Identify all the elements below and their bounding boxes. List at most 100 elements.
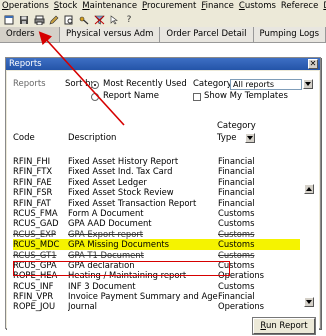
cell-description: Fixed Asset Transaction Report <box>68 197 197 208</box>
cell-category: Customs <box>218 280 255 291</box>
print-icon[interactable] <box>33 15 45 26</box>
cell-code: RCUS_GT1 <box>13 249 57 260</box>
preview-icon[interactable] <box>63 15 75 26</box>
table-row[interactable]: RCUS_MDC GPA Missing Documents Customs <box>13 239 300 250</box>
cell-category: Financial <box>218 187 255 198</box>
column-header-category: Category <box>217 121 256 131</box>
column-header-code[interactable]: Code <box>13 133 35 143</box>
cell-category: Customs <box>218 239 255 250</box>
table-row[interactable]: RCUS_GT1 GPA T1 Document Customs <box>13 250 300 260</box>
new-icon[interactable] <box>3 15 15 26</box>
column-header-type[interactable]: Type <box>217 133 237 143</box>
menu-finance[interactable]: Finance <box>201 0 234 13</box>
cell-code: RFIN_VPR <box>13 291 54 302</box>
run-report-button[interactable]: Run Report <box>252 317 316 335</box>
table-row[interactable]: RFIN_FHI Fixed Asset History Report Financ… <box>13 156 300 166</box>
type-sort-button[interactable] <box>245 133 255 143</box>
menu-stock[interactable]: Stock <box>54 0 78 13</box>
cell-code: RFIN_FHI <box>13 156 51 166</box>
category-dropdown[interactable]: All reports <box>230 79 302 90</box>
menu-label: rocurement <box>147 1 197 11</box>
run-report-label: un Report <box>265 321 308 331</box>
cell-code: RFIN_FSR <box>13 187 53 198</box>
cell-category: Financial <box>218 156 255 166</box>
menu-label: Referece <box>280 1 319 11</box>
highlight-annotation <box>13 261 230 276</box>
cell-category: Customs <box>218 228 255 239</box>
reports-dialog: Reports ✕ Reports Sort by Most Recently … <box>5 57 321 335</box>
document-tabs: Orders Physical versus Adm Order Parcel … <box>0 27 326 43</box>
menu-maintenance[interactable]: Maintenance <box>82 0 137 13</box>
table-row[interactable]: RFIN_FTX Fixed Asset Ind. Tax Card Financi… <box>13 166 300 176</box>
cell-description: GPA Missing Documents <box>68 239 170 250</box>
column-header-description[interactable]: Description <box>68 133 116 143</box>
table-row[interactable]: RFIN_FAT Fixed Asset Transaction Report Fi… <box>13 198 300 208</box>
cell-category: Financial <box>218 176 255 187</box>
menu-label: ustoms <box>244 1 276 11</box>
table-row[interactable]: RCUS_FMA Form A Document Customs <box>13 208 300 218</box>
save-icon[interactable] <box>18 15 30 26</box>
menu-procurement[interactable]: Procurement <box>142 0 196 13</box>
cell-code: RFIN_FTX <box>13 166 53 177</box>
menu-label: tock <box>59 1 78 11</box>
cell-description: Fixed Asset Ledger <box>68 176 147 187</box>
menu-operations[interactable]: Operations <box>2 0 49 13</box>
cell-category: Customs <box>218 207 255 218</box>
cell-description: Fixed Asset Ind. Tax Card <box>68 166 173 177</box>
cell-code: RCUS_INF <box>13 280 54 291</box>
key-icon[interactable] <box>78 15 90 26</box>
menu-label: inance <box>205 1 234 11</box>
table-row[interactable]: RFIN_FAE Fixed Asset Ledger Financial <box>13 177 300 187</box>
tab-pumping-logs[interactable]: Pumping Logs <box>253 27 326 42</box>
table-row[interactable]: RFIN_FSR Fixed Asset Stock Review Financia… <box>13 187 300 197</box>
menu-mnemonic: O <box>2 1 9 11</box>
dialog-body: Reports Sort by Most Recently Used Repor… <box>7 71 319 335</box>
cell-category: Operations <box>218 270 265 281</box>
menu-bar: Operations Stock Maintenance Procurement Fin… <box>0 0 326 13</box>
report-list[interactable]: RFIN_FHI Fixed Asset History Report Financ… <box>13 156 300 311</box>
cell-code: RCUS_EXP <box>13 228 56 239</box>
cell-description: INF 3 Document <box>68 280 136 291</box>
show-my-templates-label: Show My Templates <box>204 91 288 101</box>
cell-category: Customs <box>218 218 255 229</box>
reports-label: Reports <box>13 79 46 89</box>
menu-referece[interactable]: Referece <box>281 0 318 13</box>
cell-category: Customs <box>218 259 255 270</box>
chevron-down-icon <box>306 300 312 304</box>
category-dropdown-button[interactable] <box>303 79 313 89</box>
cell-description: Form A Document <box>68 207 144 218</box>
table-row[interactable]: RCUS_GAD GPA AAD Document Customs <box>13 218 300 228</box>
cell-description: Fixed Asset Stock Review <box>68 187 174 198</box>
cell-code: RCUS_GAD <box>13 218 59 229</box>
table-row[interactable]: ROPE_JOU Journal Operations <box>13 301 300 311</box>
tab-physical-versus-adm[interactable]: Physical versus Adm <box>60 27 161 42</box>
pointer-icon[interactable] <box>108 15 120 26</box>
radio-most-recently-used[interactable] <box>91 81 99 89</box>
scroll-up-button[interactable] <box>304 184 314 194</box>
cell-category: Financial <box>218 197 255 208</box>
cell-code: RCUS_FMA <box>13 207 58 218</box>
cell-description: GPA AAD Document <box>68 218 152 229</box>
cell-category: Financial <box>218 166 255 177</box>
chevron-down-icon <box>305 82 311 86</box>
tab-orders[interactable]: Orders <box>0 27 61 42</box>
help-icon[interactable]: ? <box>123 15 135 26</box>
cell-description: GPA T1 Document <box>68 249 144 260</box>
close-button[interactable]: ✕ <box>308 59 318 69</box>
radio-report-name[interactable] <box>91 93 99 101</box>
cell-category: Financial <box>218 291 255 302</box>
cell-code: RCUS_MDC <box>13 239 60 250</box>
cell-code: RFIN_FAT <box>13 197 51 208</box>
delete-filter-icon[interactable] <box>93 15 105 26</box>
table-row[interactable]: RCUS_EXP GPA Export report Customs <box>13 229 300 239</box>
menu-customs[interactable]: Customs <box>239 0 276 13</box>
scroll-down-button[interactable] <box>304 297 314 307</box>
edit-icon[interactable] <box>48 15 60 26</box>
menu-label: perations <box>8 1 49 11</box>
show-my-templates-checkbox[interactable] <box>193 93 201 101</box>
tab-order-parcel-detail[interactable]: Order Parcel Detail <box>160 27 254 42</box>
radio-most-recently-used-label: Most Recently Used <box>103 79 187 89</box>
cell-description: Invoice Payment Summary and Ageing Repor… <box>68 291 218 302</box>
table-row[interactable]: RCUS_INF INF 3 Document Customs <box>13 281 300 291</box>
table-row[interactable]: RFIN_VPR Invoice Payment Summary and Agei… <box>13 291 300 301</box>
